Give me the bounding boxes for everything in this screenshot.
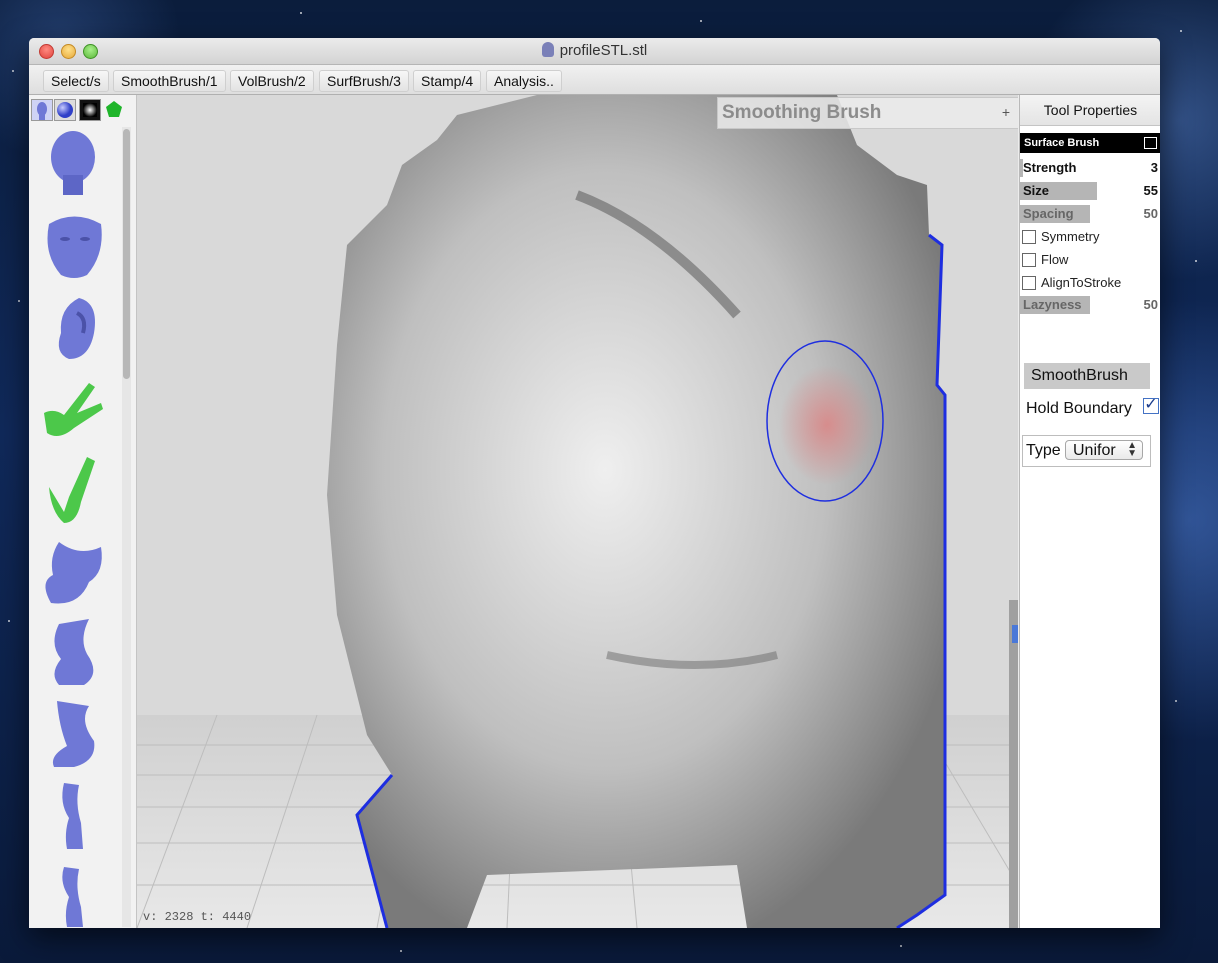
menu-select[interactable]: Select/s bbox=[43, 70, 109, 92]
tool-properties-panel: Tool Properties Surface Brush Strength 3… bbox=[1019, 95, 1160, 928]
menu-volbrush[interactable]: VolBrush/2 bbox=[230, 70, 314, 92]
thumb-hand-peace[interactable] bbox=[39, 373, 109, 443]
menu-smoothbrush[interactable]: SmoothBrush/1 bbox=[113, 70, 226, 92]
spacing-label: Spacing bbox=[1023, 206, 1074, 221]
menu-surfbrush[interactable]: SurfBrush/3 bbox=[319, 70, 409, 92]
lazyness-label: Lazyness bbox=[1023, 297, 1082, 312]
thumb-leg[interactable] bbox=[39, 619, 109, 689]
thumb-ear[interactable] bbox=[39, 293, 109, 363]
type-select-value: Unifor bbox=[1073, 442, 1116, 459]
3d-viewport[interactable]: Smoothing Brush + v: 2328 t: 4440 bbox=[137, 95, 1018, 928]
thumb-head[interactable] bbox=[39, 127, 109, 197]
strength-slider[interactable]: Strength 3 bbox=[1020, 158, 1160, 178]
smoothbrush-button[interactable]: SmoothBrush bbox=[1024, 363, 1150, 389]
collapse-icon[interactable] bbox=[1144, 137, 1157, 149]
thumb-leg-3[interactable] bbox=[39, 783, 109, 853]
thumb-leg-4[interactable] bbox=[39, 867, 109, 928]
symmetry-option[interactable]: Symmetry bbox=[1020, 227, 1160, 247]
hold-boundary-checkbox[interactable]: ✓ bbox=[1143, 397, 1159, 414]
title-bar: profileSTL.stl bbox=[29, 38, 1160, 65]
model-library-panel bbox=[29, 95, 137, 928]
brush-header: Smoothing Brush + bbox=[717, 97, 1018, 129]
size-slider[interactable]: Size 55 bbox=[1020, 181, 1160, 201]
menu-stamp[interactable]: Stamp/4 bbox=[413, 70, 482, 92]
flow-checkbox[interactable] bbox=[1022, 253, 1036, 267]
square-icon[interactable] bbox=[79, 99, 101, 121]
updown-arrows-icon: ▲ ▼ bbox=[1127, 440, 1137, 459]
viewport-scroll-indicator bbox=[1012, 625, 1018, 643]
brush-title: Smoothing Brush bbox=[722, 102, 882, 123]
library-scrollbar[interactable] bbox=[122, 127, 131, 927]
thumb-hand-point[interactable] bbox=[39, 457, 109, 527]
viewport-scene bbox=[137, 95, 1018, 928]
tool-menubar: Select/s SmoothBrush/1 VolBrush/2 SurfBr… bbox=[29, 65, 1160, 95]
size-value: 55 bbox=[1143, 183, 1158, 198]
thumb-foot[interactable] bbox=[39, 537, 109, 607]
surface-brush-section: Surface Brush bbox=[1020, 133, 1160, 153]
plus-icon[interactable]: + bbox=[1002, 104, 1010, 120]
type-label: Type bbox=[1026, 442, 1061, 459]
flow-option[interactable]: Flow bbox=[1020, 250, 1160, 270]
strength-label: Strength bbox=[1023, 160, 1077, 175]
hold-boundary-label: Hold Boundary bbox=[1026, 400, 1132, 417]
sphere-icon[interactable] bbox=[54, 99, 76, 121]
align-to-stroke-option[interactable]: AlignToStroke bbox=[1020, 273, 1160, 293]
type-select[interactable]: Unifor ▲ ▼ bbox=[1065, 440, 1143, 460]
spacing-value: 50 bbox=[1143, 206, 1158, 221]
lazyness-slider[interactable]: Lazyness 50 bbox=[1020, 295, 1160, 315]
lazyness-value: 50 bbox=[1143, 297, 1158, 312]
type-row: Type Unifor ▲ ▼ bbox=[1022, 435, 1151, 467]
size-label: Size bbox=[1023, 183, 1050, 198]
thumb-leg-2[interactable] bbox=[39, 701, 109, 771]
viewport-scrollbar[interactable] bbox=[1009, 600, 1018, 928]
align-to-stroke-label: AlignToStroke bbox=[1041, 275, 1122, 290]
app-window: profileSTL.stl Select/s SmoothBrush/1 Vo… bbox=[29, 38, 1160, 928]
symmetry-checkbox[interactable] bbox=[1022, 230, 1036, 244]
strength-value: 3 bbox=[1150, 160, 1158, 175]
library-scroll-thumb[interactable] bbox=[123, 129, 130, 379]
head-icon[interactable] bbox=[31, 99, 53, 121]
pentagon-icon[interactable] bbox=[104, 99, 124, 119]
window-title: profileSTL.stl bbox=[29, 42, 1160, 59]
brush-falloff-highlight bbox=[779, 365, 875, 485]
window-title-text: profileSTL.stl bbox=[559, 42, 648, 59]
document-icon bbox=[541, 42, 554, 57]
thumb-face[interactable] bbox=[39, 209, 109, 279]
menu-analysis[interactable]: Analysis.. bbox=[486, 70, 562, 92]
section-title: Surface Brush bbox=[1024, 137, 1100, 149]
symmetry-label: Symmetry bbox=[1041, 229, 1100, 244]
align-to-stroke-checkbox[interactable] bbox=[1022, 276, 1036, 290]
mesh-stats: v: 2328 t: 4440 bbox=[143, 910, 252, 924]
tool-properties-header: Tool Properties bbox=[1020, 95, 1160, 126]
flow-label: Flow bbox=[1041, 252, 1069, 267]
spacing-slider[interactable]: Spacing 50 bbox=[1020, 204, 1160, 224]
